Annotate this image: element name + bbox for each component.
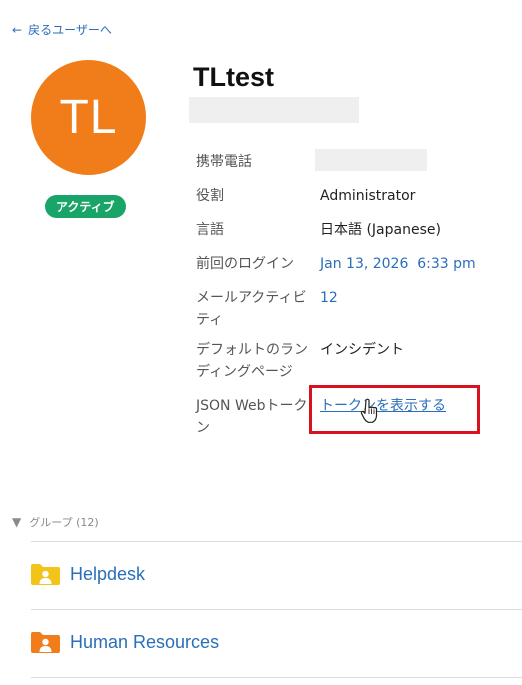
group-folder-icon <box>31 632 60 653</box>
email-activity-value[interactable]: 12 <box>320 287 338 309</box>
redacted-email <box>189 97 359 123</box>
groups-header-label: グループ (12) <box>29 516 99 529</box>
show-token-link[interactable]: トークンを表示する <box>320 395 446 417</box>
groups-section-toggle[interactable]: ▼ グループ (12) <box>12 514 99 530</box>
hand-cursor-icon <box>360 398 378 423</box>
triangle-down-icon: ▼ <box>12 515 22 529</box>
back-link-label: 戻るユーザーへ <box>28 23 112 37</box>
group-name: Human Resources <box>70 631 220 652</box>
status-badge: アクティブ <box>45 195 126 218</box>
phone-label: 携帯電話 <box>196 154 252 170</box>
page-title: TLtest <box>193 62 274 92</box>
email-activity-label: メールアクティビティ <box>196 290 307 328</box>
landing-page-value: インシデント <box>320 342 404 358</box>
arrow-left-icon: ← <box>12 22 23 37</box>
last-login-label: 前回のログイン <box>196 256 294 272</box>
back-to-users-link[interactable]: ← 戻るユーザーへ <box>12 21 112 38</box>
landing-page-label: デフォルトのランディングページ <box>196 342 308 380</box>
redacted-phone <box>315 149 427 171</box>
divider <box>31 541 522 542</box>
last-login-value: Jan 13, 2026 6:33 pm <box>320 256 476 272</box>
group-item-helpdesk[interactable]: Helpdesk <box>31 563 145 585</box>
divider <box>31 677 522 678</box>
group-name: Helpdesk <box>70 563 146 584</box>
role-label: 役割 <box>196 188 224 204</box>
language-label: 言語 <box>196 222 224 238</box>
language-value: 日本語 (Japanese) <box>320 222 441 238</box>
group-folder-icon <box>31 564 60 585</box>
avatar: TL <box>31 60 146 175</box>
role-value: Administrator <box>320 188 416 204</box>
jwt-label: JSON Webトークン <box>196 398 308 436</box>
divider <box>31 609 522 610</box>
avatar-initials: TL <box>59 91 118 144</box>
group-item-human-resources[interactable]: Human Resources <box>31 631 219 653</box>
